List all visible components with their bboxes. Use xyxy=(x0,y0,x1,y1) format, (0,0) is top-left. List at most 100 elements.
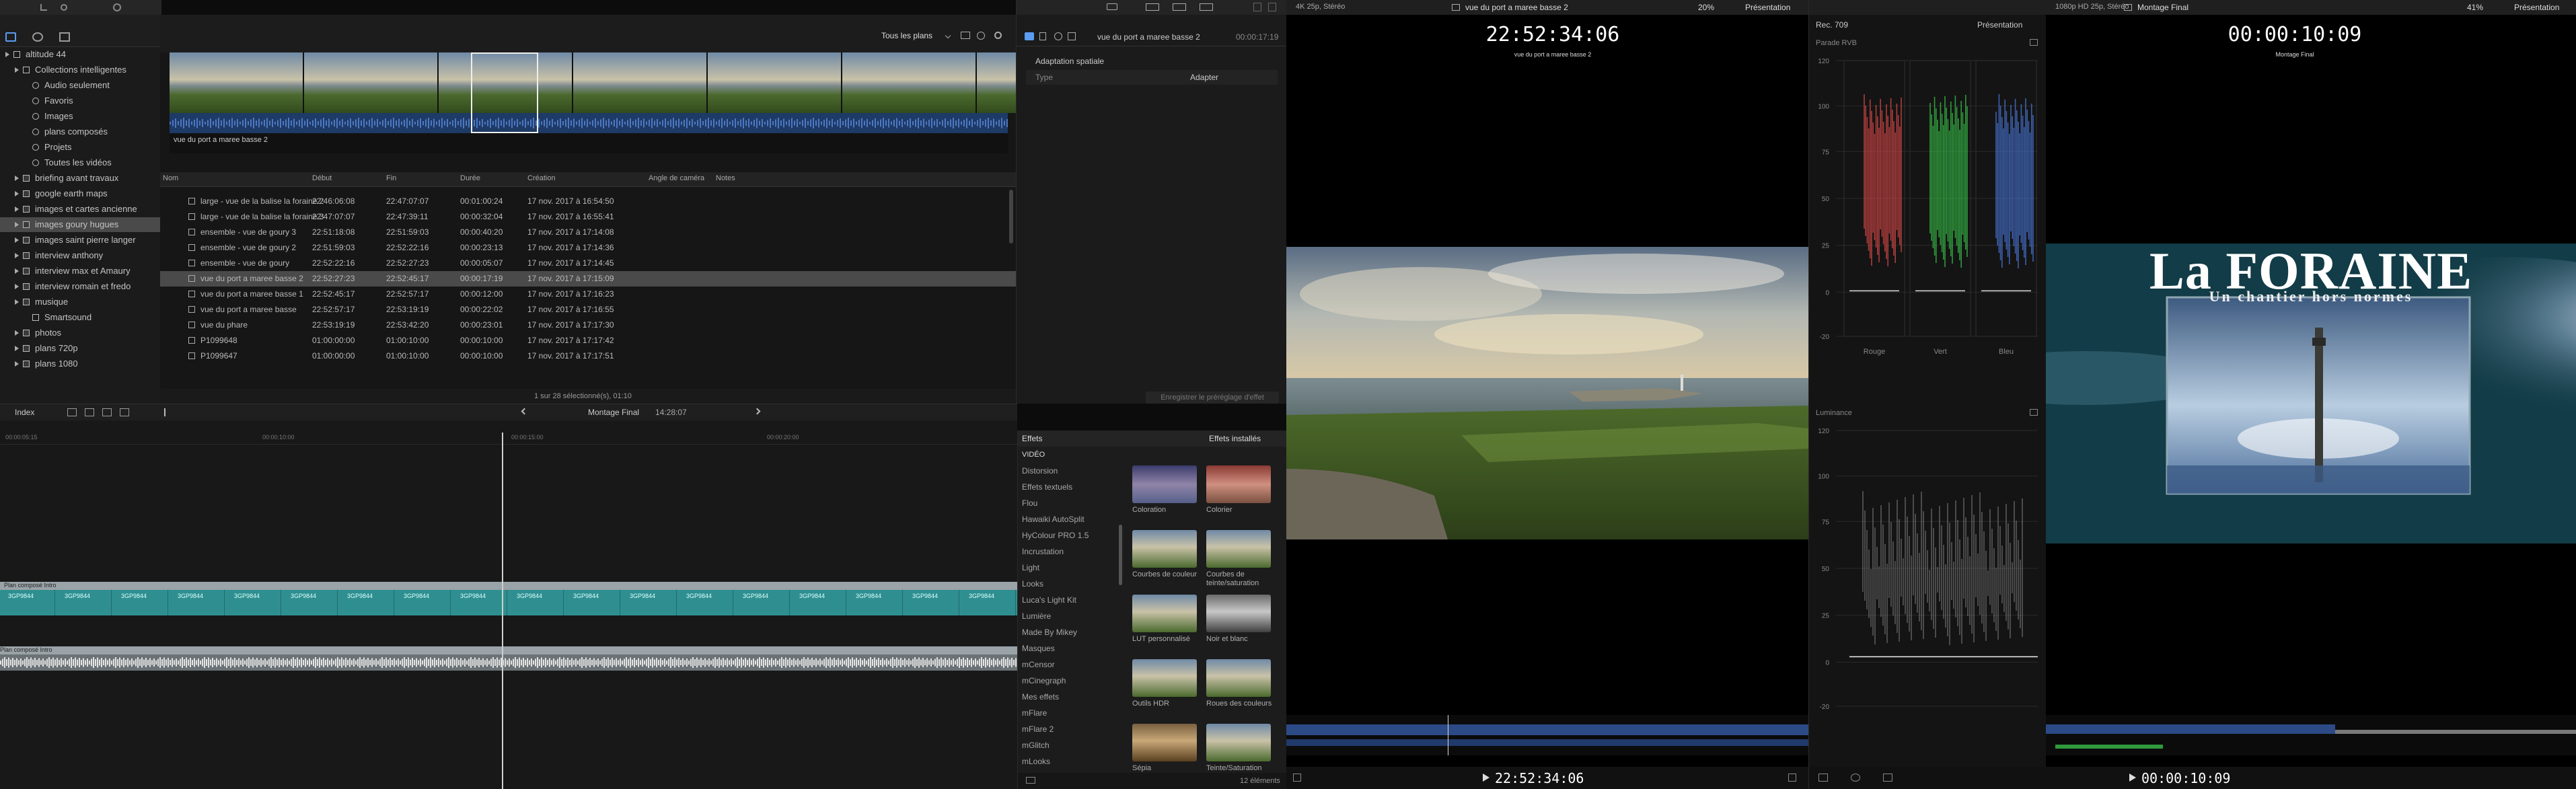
disclosure-triangle-icon[interactable] xyxy=(5,52,9,57)
sidebar-item[interactable]: images goury hugues xyxy=(0,217,160,232)
share-icon[interactable] xyxy=(1253,3,1261,11)
append-icon[interactable] xyxy=(67,408,77,416)
inspector-icon[interactable] xyxy=(1268,3,1276,11)
table-row[interactable]: vue du port a maree basse 2 22:52:27:23 22… xyxy=(160,271,1016,287)
luma-settings-icon[interactable] xyxy=(2030,409,2038,416)
sidebar-item[interactable]: Audio seulement xyxy=(0,78,160,93)
sidebar-item[interactable]: images saint pierre langer xyxy=(0,233,160,248)
compound-clip-video[interactable]: Plan composé Intro 3GP9844 3GP9844 3GP9844… xyxy=(0,582,1017,626)
sidebar-item[interactable]: Projets xyxy=(0,140,160,155)
video-inspector-icon[interactable] xyxy=(1025,32,1034,40)
sidebar-item[interactable]: Smartsound xyxy=(0,310,160,325)
speed-icon[interactable] xyxy=(1883,774,1892,782)
effect-thumbnail[interactable] xyxy=(1132,659,1197,697)
effects-category-item[interactable]: mFlare 2 xyxy=(1018,721,1119,737)
scopes-view-icon[interactable] xyxy=(1818,774,1828,782)
table-row[interactable]: large - vue de la balise la foraine 3 22:… xyxy=(160,209,1016,225)
effects-category-item[interactable]: VIDÉO xyxy=(1018,447,1119,463)
background-tasks-icon[interactable] xyxy=(113,3,121,11)
viewer1-play-icon[interactable] xyxy=(1483,774,1489,782)
disclosure-triangle-icon[interactable] xyxy=(15,206,19,212)
effect-thumbnail[interactable] xyxy=(1132,530,1197,568)
column-header[interactable]: Nom xyxy=(163,174,178,182)
search-icon[interactable] xyxy=(994,32,1002,39)
effects-category-item[interactable]: Lumière xyxy=(1018,608,1119,624)
sidebar-item[interactable]: google earth maps xyxy=(0,186,160,201)
disclosure-triangle-icon[interactable] xyxy=(15,253,19,258)
sidebar-item[interactable]: images et cartes ancienne xyxy=(0,202,160,217)
import-icon[interactable] xyxy=(40,4,47,11)
effects-category-item[interactable]: mFlare xyxy=(1018,705,1119,721)
connect-icon[interactable] xyxy=(102,408,112,416)
timeline-ruler[interactable]: 00:00:05:15 00:00:10:00 00:00:15:00 00:00:2… xyxy=(0,433,1017,445)
sidebar-item[interactable]: altitude 44 xyxy=(0,47,160,62)
photos-audio-icon[interactable] xyxy=(32,32,43,42)
share-inspector-icon[interactable] xyxy=(1068,32,1076,40)
table-row[interactable]: P1099648 01:00:00:00 01:00:10:00 00:00:10:0… xyxy=(160,333,1016,348)
sidebar-item[interactable]: Images xyxy=(0,109,160,124)
disclosure-triangle-icon[interactable] xyxy=(15,284,19,289)
disclosure-triangle-icon[interactable] xyxy=(15,191,19,196)
table-row[interactable]: P1099647 01:00:00:00 01:00:10:00 00:00:10:0… xyxy=(160,348,1016,364)
disclosure-triangle-icon[interactable] xyxy=(15,176,19,181)
effect-thumbnail[interactable] xyxy=(1132,595,1197,632)
effects-category-item[interactable]: mLooks xyxy=(1018,753,1119,769)
column-header[interactable]: Fin xyxy=(386,174,396,182)
sidebar-item[interactable]: musique xyxy=(0,295,160,309)
insert-icon[interactable] xyxy=(85,408,94,416)
effect-thumbnail[interactable] xyxy=(1206,530,1271,568)
disclosure-triangle-icon[interactable] xyxy=(15,67,19,73)
sidebar-item[interactable]: interview romain et fredo xyxy=(0,279,160,294)
sidebar-item[interactable]: interview max et Amaury xyxy=(0,264,160,278)
disclosure-triangle-icon[interactable] xyxy=(15,346,19,351)
back-chevron-icon[interactable] xyxy=(521,408,528,415)
scopes-mode[interactable]: Rec. 709 xyxy=(1816,20,1848,30)
clip-filter-dropdown[interactable]: Tous les plans xyxy=(881,31,932,40)
effects-installed-dropdown[interactable]: Effets installés xyxy=(1209,434,1261,443)
disclosure-triangle-icon[interactable] xyxy=(15,268,19,274)
column-header[interactable]: Création xyxy=(527,174,556,182)
view-options-icon[interactable] xyxy=(961,32,970,39)
viewer1-dropdown-icon[interactable] xyxy=(1293,774,1301,782)
effect-thumbnail[interactable] xyxy=(1206,659,1271,697)
libraries-icon[interactable] xyxy=(5,32,16,42)
effects-search-icon[interactable] xyxy=(1026,777,1035,784)
rgb-settings-icon[interactable] xyxy=(2030,39,2038,46)
effect-thumbnail[interactable] xyxy=(1132,465,1197,503)
table-row[interactable]: ensemble - vue de goury 3 22:51:18:08 22:5… xyxy=(160,225,1016,240)
save-effect-preset-button[interactable]: Enregistrer le préréglage d'effet xyxy=(1146,391,1279,404)
sidebar-item[interactable]: plans composés xyxy=(0,124,160,139)
scopes-presentation[interactable]: Présentation xyxy=(1977,20,2022,30)
viewer1-presentation[interactable]: Présentation xyxy=(1745,3,1790,12)
select-tool-icon[interactable] xyxy=(164,408,171,416)
clip-appearance-icon[interactable] xyxy=(977,32,985,40)
effects-category-item[interactable]: Flou xyxy=(1018,495,1119,511)
sidebar-item[interactable]: Collections intelligentes xyxy=(0,63,160,77)
sidebar-item[interactable]: Favoris xyxy=(0,93,160,108)
effect-thumbnail[interactable] xyxy=(1206,595,1271,632)
effects-category-item[interactable]: mGlitch xyxy=(1018,737,1119,753)
column-header[interactable]: Notes xyxy=(716,174,735,182)
list-scrollbar[interactable] xyxy=(1009,190,1013,243)
table-row[interactable]: ensemble - vue de goury 2 22:51:59:03 22:5… xyxy=(160,240,1016,256)
sidebar-item[interactable]: Toutes les vidéos xyxy=(0,155,160,170)
index-button[interactable]: Index xyxy=(15,408,34,417)
effects-category-scrollbar[interactable] xyxy=(1119,525,1122,585)
filter-chevron-icon[interactable] xyxy=(945,32,951,39)
compound-clip-audio[interactable]: Plan composé Intro xyxy=(0,646,1017,673)
disclosure-triangle-icon[interactable] xyxy=(15,222,19,227)
adjust-icon[interactable] xyxy=(1200,3,1213,11)
disclosure-triangle-icon[interactable] xyxy=(15,330,19,336)
effects-category-item[interactable]: Mes effets xyxy=(1018,689,1119,705)
effects-category-item[interactable]: Masques xyxy=(1018,640,1119,656)
list-view-icon[interactable] xyxy=(1173,3,1186,11)
effects-category-item[interactable]: Luca's Light Kit xyxy=(1018,592,1119,608)
effects-category-item[interactable]: HyColour PRO 1.5 xyxy=(1018,527,1119,543)
column-header[interactable]: Durée xyxy=(460,174,480,182)
table-row[interactable]: large - vue de la balise la foraine 2 22:… xyxy=(160,194,1016,209)
viewer1-zoom[interactable]: 20% xyxy=(1698,3,1714,12)
effects-category-item[interactable]: Incrustation xyxy=(1018,543,1119,560)
sidebar-item[interactable]: plans 1080 xyxy=(0,356,160,371)
effect-thumbnail[interactable] xyxy=(1206,465,1271,503)
effects-category-item[interactable]: mCensor xyxy=(1018,656,1119,673)
